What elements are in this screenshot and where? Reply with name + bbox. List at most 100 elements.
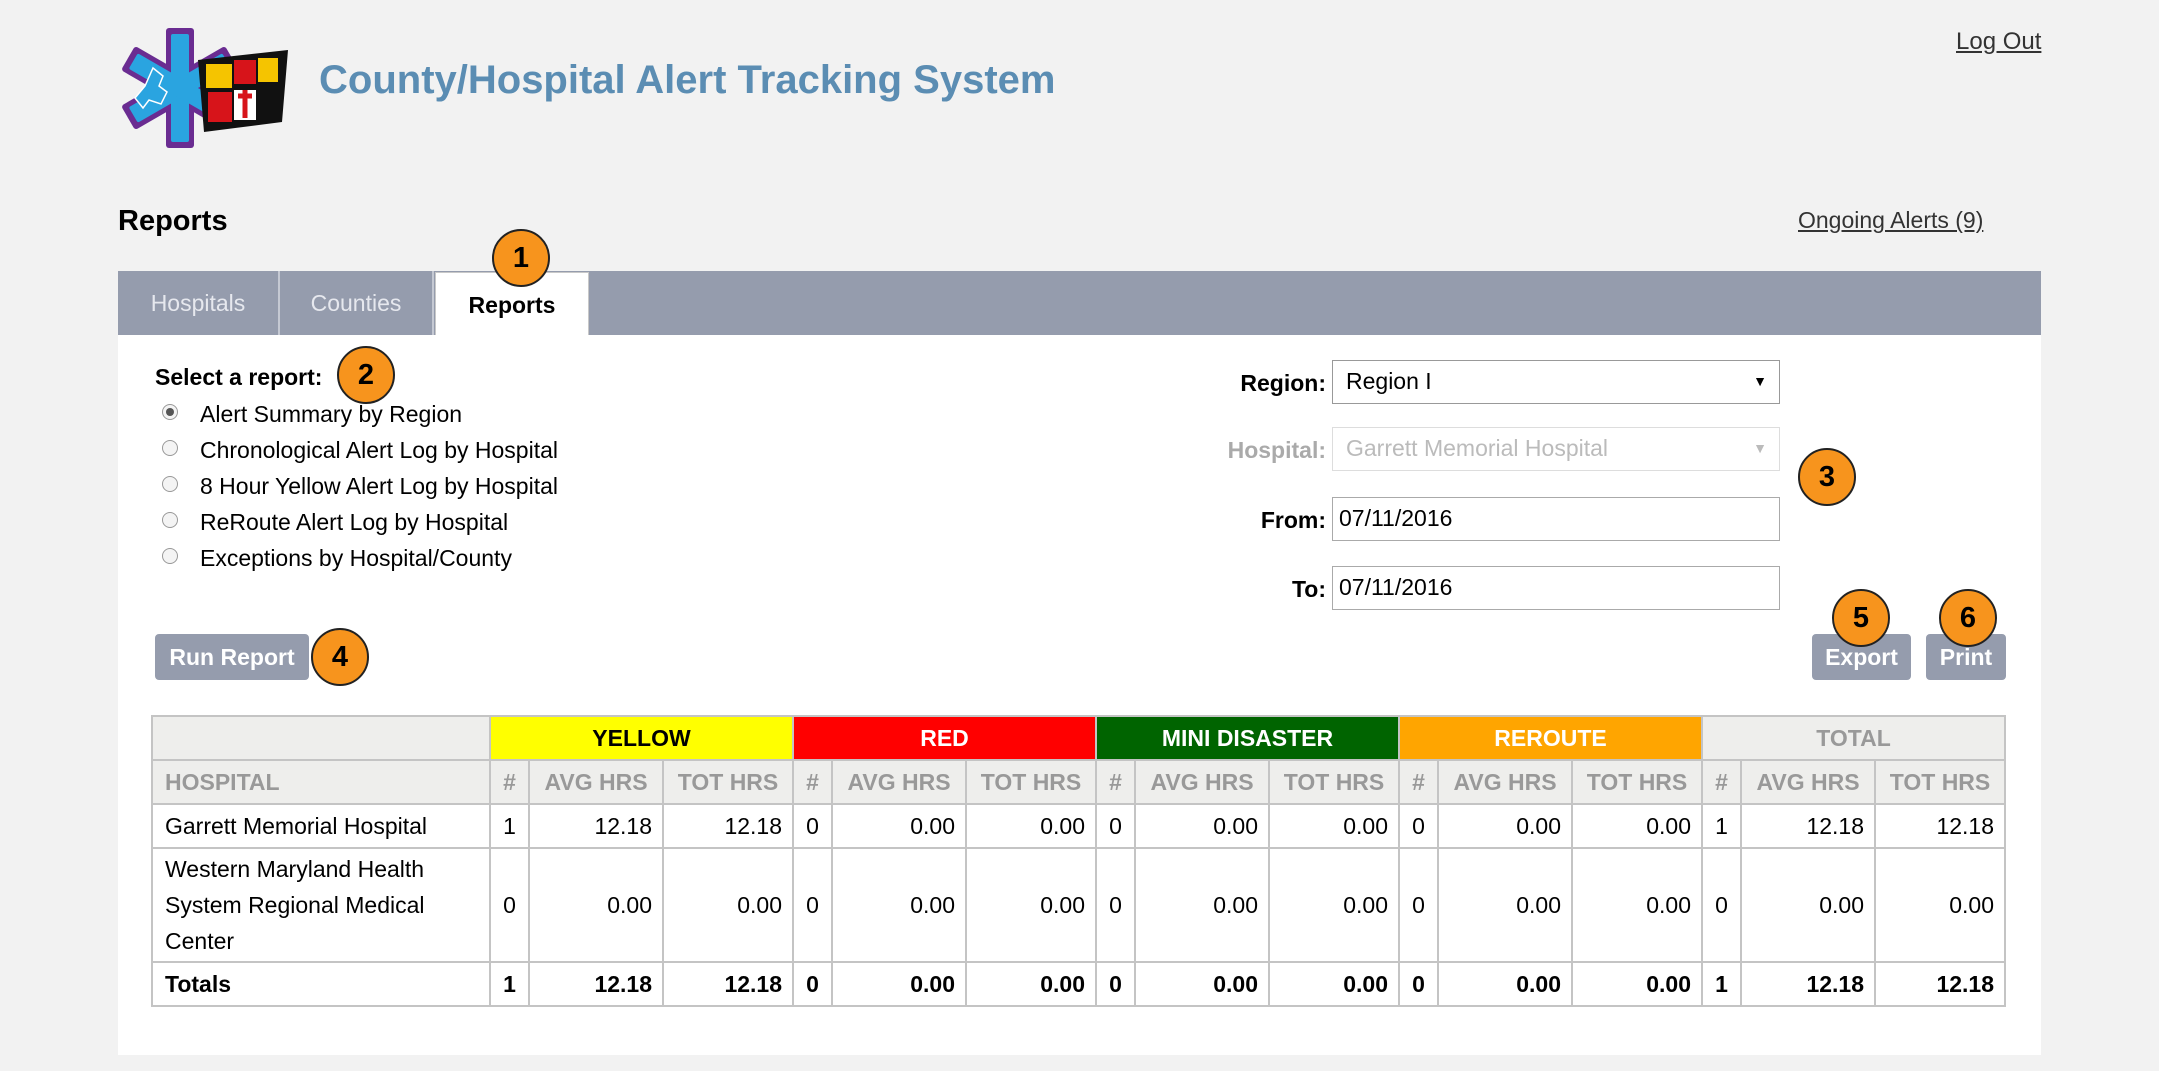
table-row: Western Maryland Health System Regional …: [151, 847, 2006, 963]
tot-hrs-cell: 0.00: [662, 847, 794, 963]
from-date-input[interactable]: 07/11/2016: [1332, 497, 1780, 541]
avg-hrs-cell: 0.00: [1134, 803, 1270, 849]
report-option-label: Exceptions by Hospital/County: [200, 544, 512, 571]
hospital-select-value: Garrett Memorial Hospital: [1346, 435, 1609, 461]
totals-label-cell: Totals: [151, 961, 491, 1007]
group-mini-disaster-header: MINI DISASTER: [1095, 715, 1400, 761]
avg-hrs-cell: 12.18: [1740, 961, 1876, 1007]
radio-button[interactable]: [162, 512, 178, 528]
tot-hrs-column-header: TOT HRS: [1874, 759, 2006, 805]
tot-hrs-cell: 0.00: [965, 961, 1097, 1007]
avg-hrs-cell: 0.00: [831, 847, 967, 963]
tot-hrs-cell: 0.00: [965, 803, 1097, 849]
avg-hrs-cell: 0.00: [1134, 847, 1270, 963]
report-option-reroute-log[interactable]: ReRoute Alert Log by Hospital: [162, 507, 508, 537]
count-column-header: #: [1095, 759, 1136, 805]
callout-marker: 4: [311, 628, 369, 686]
tot-hrs-column-header: TOT HRS: [965, 759, 1097, 805]
avg-hrs-cell: 0.00: [1740, 847, 1876, 963]
count-cell: 0: [489, 847, 530, 963]
avg-hrs-column-header: AVG HRS: [528, 759, 664, 805]
region-select[interactable]: Region I ▼: [1332, 360, 1780, 404]
radio-button[interactable]: [162, 404, 178, 420]
hospital-name-cell: Western Maryland Health System Regional …: [151, 847, 491, 963]
tot-hrs-cell: 12.18: [1874, 961, 2006, 1007]
report-option-label: ReRoute Alert Log by Hospital: [200, 508, 509, 535]
group-total-header: TOTAL: [1701, 715, 2006, 761]
avg-hrs-cell: 0.00: [1437, 847, 1573, 963]
hospital-name-cell: Garrett Memorial Hospital: [151, 803, 491, 849]
tab-bar: Hospitals Counties Reports: [118, 271, 2041, 335]
report-option-alert-summary[interactable]: Alert Summary by Region: [162, 399, 462, 429]
count-cell: 0: [1095, 803, 1136, 849]
radio-button[interactable]: [162, 440, 178, 456]
tot-hrs-cell: 0.00: [1571, 961, 1703, 1007]
tot-hrs-column-header: TOT HRS: [1268, 759, 1400, 805]
count-column-header: #: [792, 759, 833, 805]
avg-hrs-cell: 0.00: [831, 803, 967, 849]
report-option-exceptions[interactable]: Exceptions by Hospital/County: [162, 543, 512, 573]
count-column-header: #: [489, 759, 530, 805]
count-column-header: #: [1398, 759, 1439, 805]
tot-hrs-cell: 12.18: [662, 961, 794, 1007]
column-header-row: HOSPITAL # AVG HRS TOT HRS # AVG HRS TOT…: [151, 759, 2006, 805]
avg-hrs-cell: 12.18: [1740, 803, 1876, 849]
avg-hrs-column-header: AVG HRS: [1437, 759, 1573, 805]
to-label: To:: [1291, 576, 1326, 602]
tot-hrs-cell: 0.00: [1268, 961, 1400, 1007]
from-label: From:: [1260, 507, 1326, 533]
count-cell: 0: [1701, 847, 1742, 963]
count-cell: 1: [1701, 803, 1742, 849]
tot-hrs-cell: 0.00: [1571, 803, 1703, 849]
count-cell: 1: [1701, 961, 1742, 1007]
tot-hrs-cell: 0.00: [965, 847, 1097, 963]
tot-hrs-column-header: TOT HRS: [662, 759, 794, 805]
callout-marker: 2: [337, 346, 395, 404]
to-date-input[interactable]: 07/11/2016: [1332, 566, 1780, 610]
avg-hrs-column-header: AVG HRS: [1740, 759, 1876, 805]
logout-link[interactable]: Log Out: [1956, 28, 2041, 56]
callout-marker: 5: [1832, 589, 1890, 647]
count-cell: 0: [1398, 847, 1439, 963]
report-option-8hr-yellow-log[interactable]: 8 Hour Yellow Alert Log by Hospital: [162, 471, 558, 501]
hospital-label: Hospital:: [1227, 437, 1326, 463]
avg-hrs-cell: 0.00: [528, 847, 664, 963]
group-header-row: YELLOW RED MINI DISASTER REROUTE TOTAL: [151, 715, 2006, 761]
count-cell: 0: [1398, 961, 1439, 1007]
region-select-value: Region I: [1346, 368, 1432, 394]
region-label: Region:: [1240, 370, 1326, 396]
avg-hrs-cell: 12.18: [528, 803, 664, 849]
count-cell: 0: [1095, 961, 1136, 1007]
count-cell: 0: [792, 803, 833, 849]
run-report-button[interactable]: Run Report: [155, 634, 309, 680]
ongoing-alerts-link[interactable]: Ongoing Alerts (9): [1798, 207, 1983, 234]
empty-header-cell: [151, 715, 491, 761]
avg-hrs-cell: 0.00: [1134, 961, 1270, 1007]
count-cell: 0: [1398, 803, 1439, 849]
report-option-label: Alert Summary by Region: [200, 400, 463, 427]
radio-button[interactable]: [162, 476, 178, 492]
report-table: YELLOW RED MINI DISASTER REROUTE TOTAL H…: [151, 715, 2006, 1007]
tot-hrs-cell: 12.18: [662, 803, 794, 849]
count-cell: 0: [792, 961, 833, 1007]
callout-marker: 1: [492, 229, 550, 287]
dropdown-caret-icon: ▼: [1753, 440, 1767, 456]
hospital-select: Garrett Memorial Hospital ▼: [1332, 427, 1780, 471]
tot-hrs-cell: 12.18: [1874, 803, 2006, 849]
group-red-header: RED: [792, 715, 1097, 761]
tab-counties[interactable]: Counties: [280, 271, 434, 335]
group-reroute-header: REROUTE: [1398, 715, 1703, 761]
group-yellow-header: YELLOW: [489, 715, 794, 761]
count-column-header: #: [1701, 759, 1742, 805]
report-option-label: Chronological Alert Log by Hospital: [200, 436, 558, 463]
avg-hrs-column-header: AVG HRS: [831, 759, 967, 805]
avg-hrs-column-header: AVG HRS: [1134, 759, 1270, 805]
count-cell: 1: [489, 961, 530, 1007]
hospital-column-header: HOSPITAL: [151, 759, 491, 805]
app-title: County/Hospital Alert Tracking System: [319, 58, 1056, 102]
avg-hrs-cell: 0.00: [1437, 961, 1573, 1007]
report-option-chronological-log[interactable]: Chronological Alert Log by Hospital: [162, 435, 558, 465]
radio-button[interactable]: [162, 548, 178, 564]
page-title: Reports: [118, 205, 228, 237]
tab-hospitals[interactable]: Hospitals: [118, 271, 280, 335]
